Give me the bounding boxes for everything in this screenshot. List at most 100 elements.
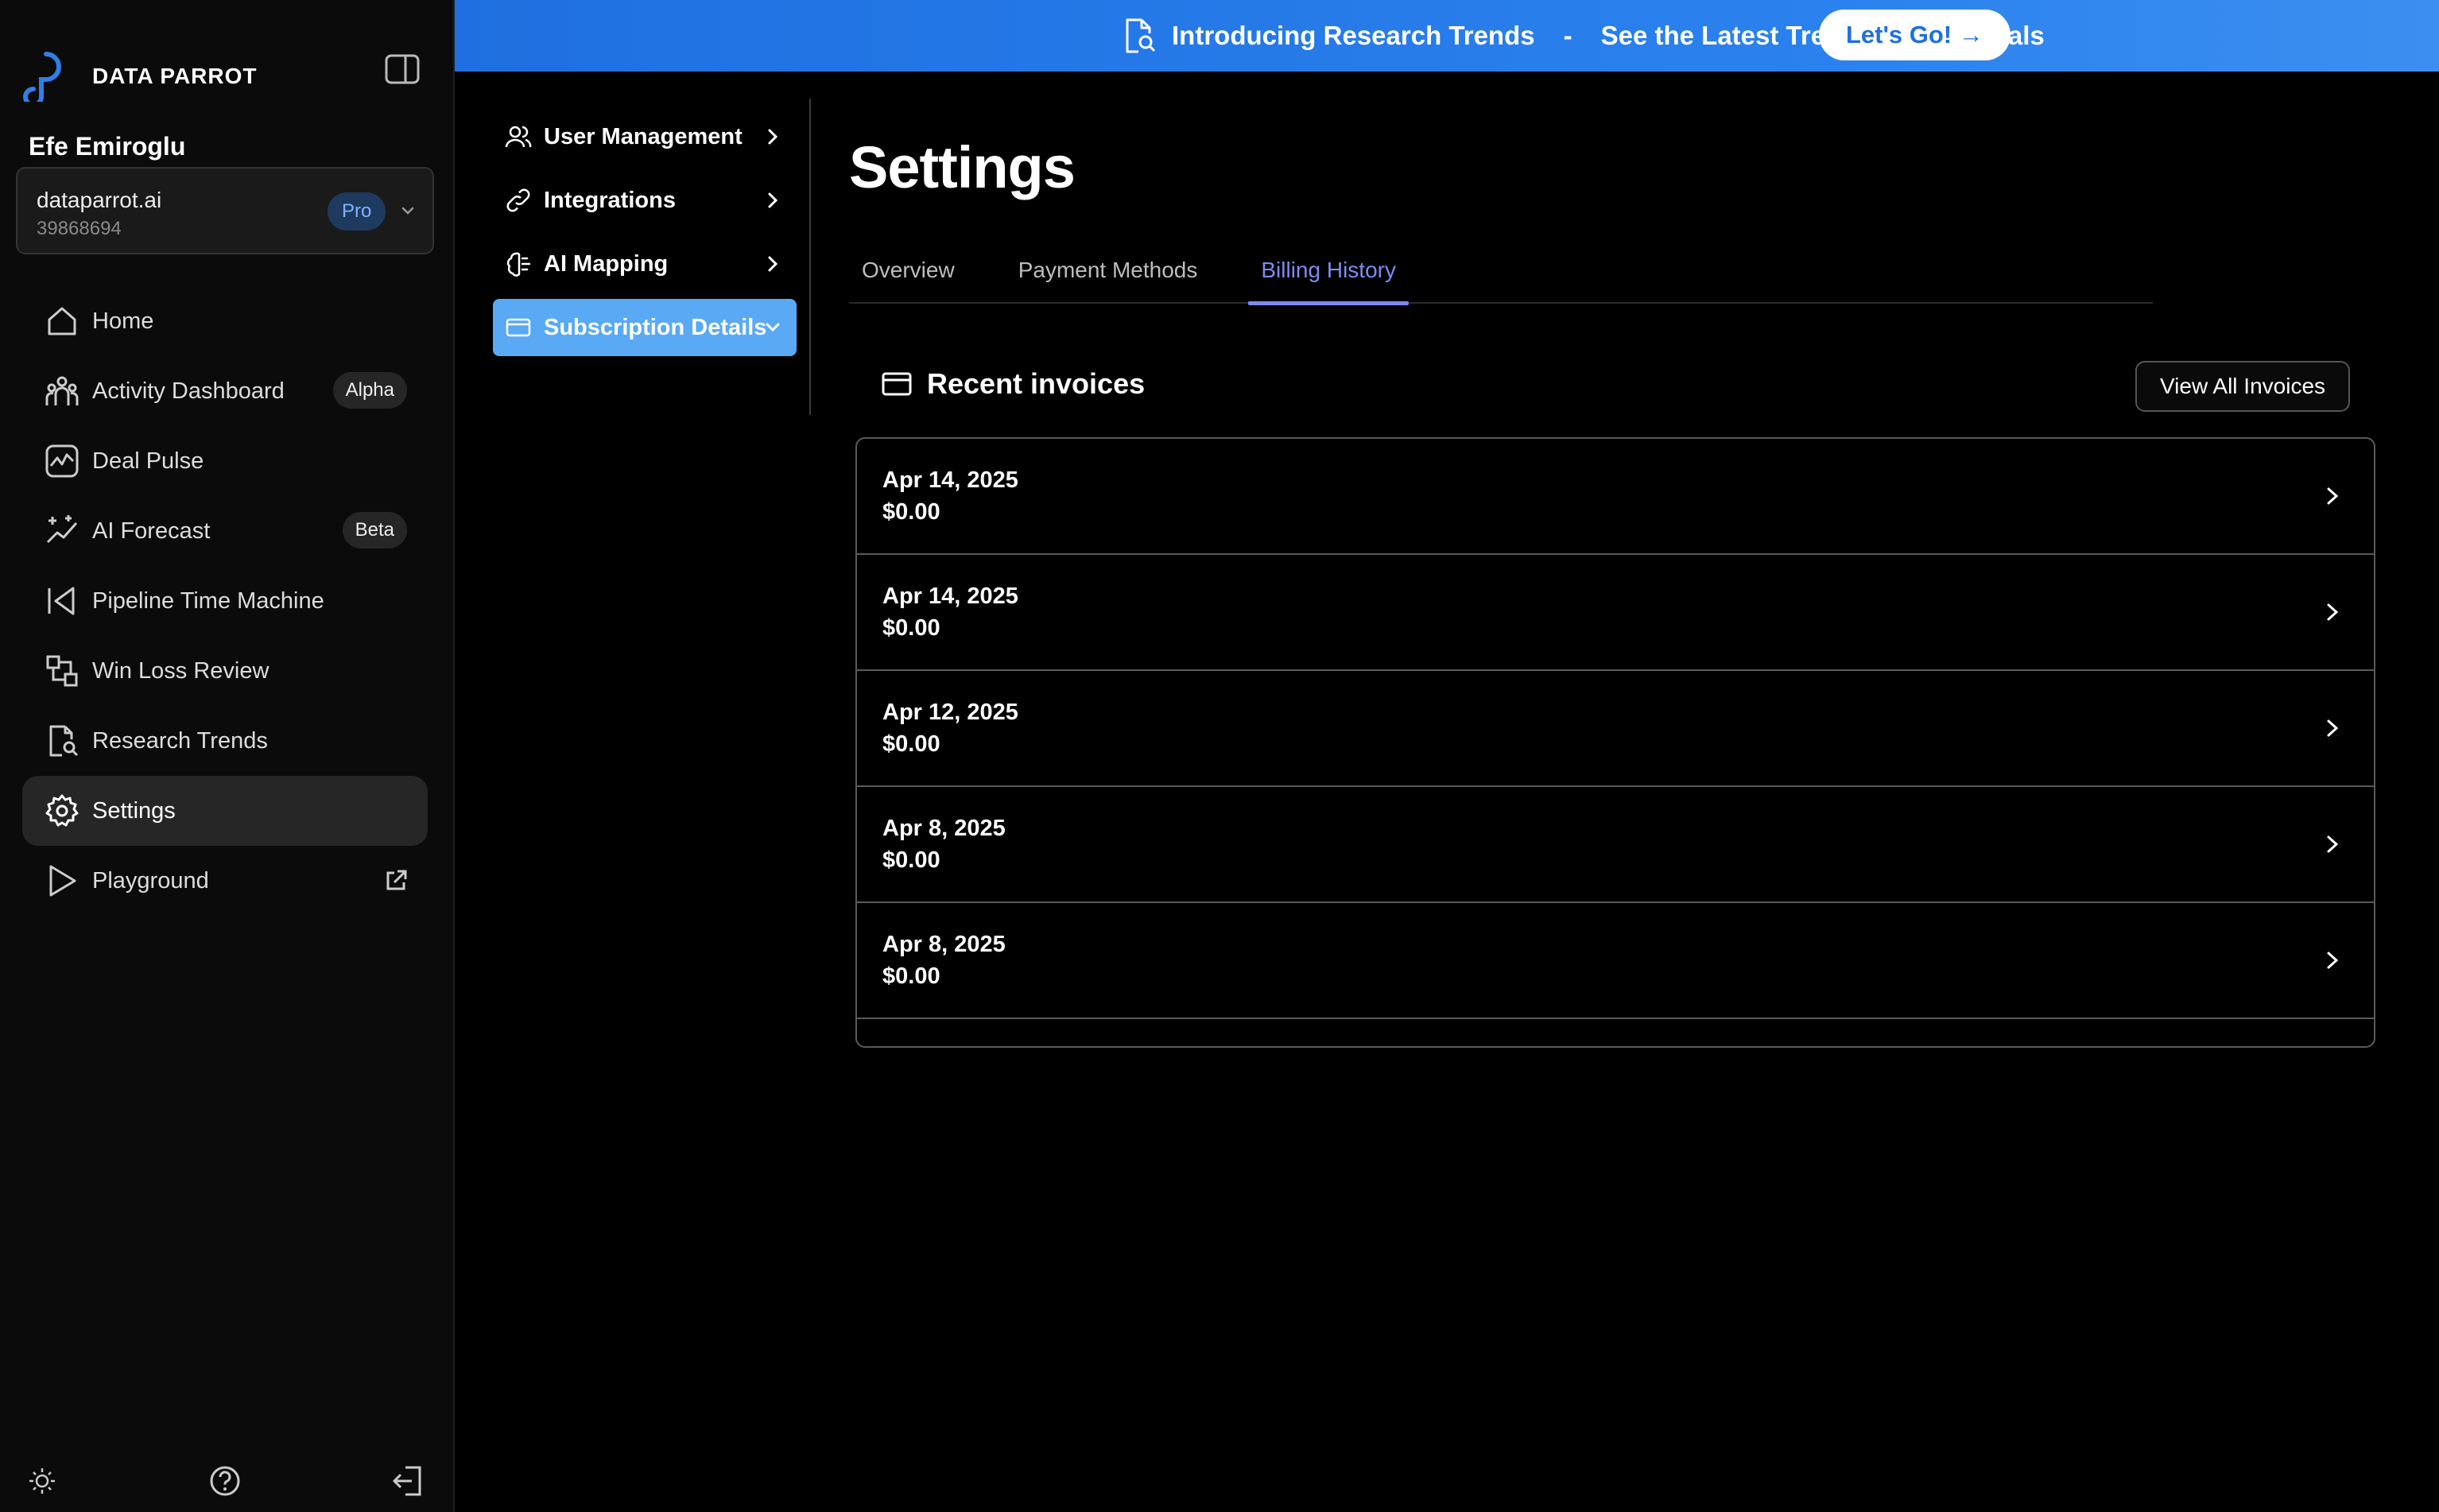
sidebar-item-pipeline-time-machine[interactable]: Pipeline Time Machine <box>22 566 428 636</box>
settings-nav-subscription-details[interactable]: Subscription Details <box>493 299 797 356</box>
banner-cta-button[interactable]: Let's Go! → <box>1819 10 2011 60</box>
invoice-amount: $0.00 <box>882 963 940 989</box>
invoice-row[interactable]: Apr 8, 2025 $0.00 <box>857 903 2374 1019</box>
tab-payment-methods[interactable]: Payment Methods <box>1006 246 1211 304</box>
invoice-row[interactable]: Apr 14, 2025 $0.00 <box>857 555 2374 671</box>
settings-nav-label: Integrations <box>544 187 676 213</box>
app-root: DATA PARROT Efe Emiroglu dataparrot.ai 3… <box>0 0 2439 1512</box>
chevron-right-icon <box>2323 948 2342 977</box>
pulse-icon <box>43 442 81 480</box>
sidebar-item-label: Settings <box>92 797 176 824</box>
brain-icon <box>504 250 533 278</box>
sidebar-item-label: Home <box>92 308 154 334</box>
brand-name: DATA PARROT <box>92 63 258 88</box>
help-icon[interactable] <box>207 1463 243 1499</box>
announcement-banner: Introducing Research Trends - See the La… <box>455 0 2439 72</box>
doc-search-icon <box>1123 17 1156 54</box>
invoice-row[interactable]: Apr 12, 2025 $0.00 <box>857 671 2374 787</box>
invoice-date: Apr 12, 2025 <box>882 700 1018 725</box>
sidebar: DATA PARROT Efe Emiroglu dataparrot.ai 3… <box>0 0 455 1512</box>
page-title: Settings <box>849 134 1076 200</box>
card-icon <box>881 370 913 397</box>
sidebar-toggle-icon[interactable] <box>385 54 420 84</box>
view-all-invoices-button[interactable]: View All Invoices <box>2135 361 2350 412</box>
sidebar-item-label: Playground <box>92 867 209 894</box>
sidebar-item-deal-pulse[interactable]: Deal Pulse <box>22 426 428 496</box>
chevron-right-icon <box>763 126 782 154</box>
org-id: 39868694 <box>37 218 122 239</box>
invoice-row[interactable]: Apr 8, 2025 $0.00 <box>857 787 2374 903</box>
invoice-date: Apr 14, 2025 <box>882 467 1018 493</box>
user-name: Efe Emiroglu <box>29 132 186 161</box>
settings-nav-ai-mapping[interactable]: AI Mapping <box>493 235 797 293</box>
sidebar-item-label: Pipeline Time Machine <box>92 587 324 614</box>
alpha-badge: Alpha <box>332 372 407 409</box>
chevron-down-icon <box>763 316 782 345</box>
org-name: dataparrot.ai <box>37 188 162 212</box>
rewind-icon <box>43 582 81 620</box>
sidebar-item-activity-dashboard[interactable]: Activity Dashboard Alpha <box>22 356 428 426</box>
invoice-date: Apr 8, 2025 <box>882 816 1006 841</box>
invoice-amount: $0.00 <box>882 615 940 641</box>
tab-overview[interactable]: Overview <box>849 246 967 304</box>
sidebar-item-label: AI Forecast <box>92 518 211 544</box>
chevron-down-icon <box>399 202 417 223</box>
logout-icon[interactable] <box>390 1463 426 1499</box>
external-link-icon[interactable] <box>383 868 409 900</box>
settings-nav-user-management[interactable]: User Management <box>493 108 797 165</box>
card-icon <box>504 313 533 342</box>
sidebar-footer <box>0 1463 455 1502</box>
banner-separator: - <box>1563 21 1572 50</box>
chevron-right-icon <box>763 253 782 281</box>
theme-toggle-icon[interactable] <box>24 1463 60 1499</box>
main-nav: Home Activity Dashboard Alpha Deal Pulse… <box>22 286 428 916</box>
invoice-amount: $0.00 <box>882 731 940 757</box>
chevron-right-icon <box>763 189 782 218</box>
invoice-row[interactable]: Apr 14, 2025 $0.00 <box>857 439 2374 555</box>
plan-badge: Pro <box>328 192 386 231</box>
people-icon <box>43 372 81 410</box>
logo-icon <box>22 46 75 107</box>
invoice-list: Apr 14, 2025 $0.00 Apr 14, 2025 $0.00 Ap… <box>855 437 2375 1048</box>
sidebar-item-label: Win Loss Review <box>92 657 269 684</box>
settings-tabs: Overview Payment Methods Billing History <box>849 246 2153 305</box>
chevron-right-icon <box>2323 715 2342 745</box>
banner-title: Introducing Research Trends <box>1172 21 1535 50</box>
invoices-header: Recent invoices <box>881 367 1145 401</box>
invoice-amount: $0.00 <box>882 847 940 873</box>
settings-nav-label: AI Mapping <box>544 250 669 277</box>
settings-nav-label: User Management <box>544 123 743 149</box>
home-icon <box>43 302 81 340</box>
chevron-right-icon <box>2323 483 2342 513</box>
beta-badge: Beta <box>342 512 407 549</box>
doc-search-icon <box>43 722 81 760</box>
chevron-right-icon <box>2323 599 2342 629</box>
sparkle-chart-icon <box>43 512 81 550</box>
sidebar-item-playground[interactable]: Playground <box>22 846 428 916</box>
org-switcher[interactable]: dataparrot.ai 39868694 Pro <box>16 167 434 254</box>
play-icon <box>43 862 81 900</box>
settings-nav: User Management Integrations AI Mapping … <box>493 108 797 362</box>
sidebar-item-label: Deal Pulse <box>92 448 204 474</box>
subnav-divider <box>809 99 811 415</box>
sidebar-item-ai-forecast[interactable]: AI Forecast Beta <box>22 496 428 566</box>
settings-nav-integrations[interactable]: Integrations <box>493 172 797 229</box>
sidebar-item-label: Activity Dashboard <box>92 378 285 404</box>
gear-icon <box>43 792 81 830</box>
invoice-date: Apr 8, 2025 <box>882 932 1006 957</box>
sidebar-item-settings[interactable]: Settings <box>22 776 428 846</box>
sidebar-item-research-trends[interactable]: Research Trends <box>22 706 428 776</box>
settings-nav-label: Subscription Details <box>544 314 767 340</box>
invoices-title: Recent invoices <box>927 367 1146 400</box>
sidebar-item-win-loss-review[interactable]: Win Loss Review <box>22 636 428 706</box>
invoice-amount: $0.00 <box>882 499 940 525</box>
sidebar-item-label: Research Trends <box>92 727 268 754</box>
link-icon <box>504 186 533 215</box>
sidebar-item-home[interactable]: Home <box>22 286 428 356</box>
invoice-date: Apr 14, 2025 <box>882 583 1018 609</box>
tab-billing-history[interactable]: Billing History <box>1248 246 1409 305</box>
chevron-right-icon <box>2323 832 2342 861</box>
brand[interactable]: DATA PARROT <box>22 46 258 107</box>
users-icon <box>504 122 533 151</box>
flow-icon <box>43 652 81 690</box>
